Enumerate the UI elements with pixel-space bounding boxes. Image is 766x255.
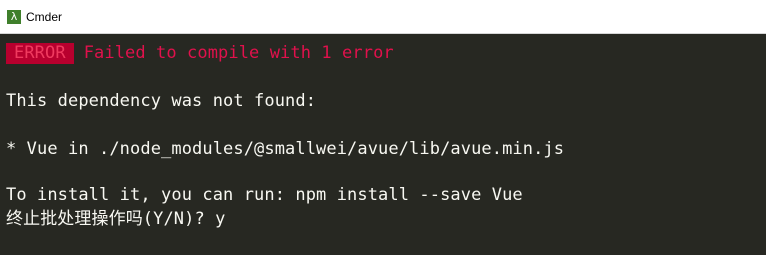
lambda-icon: λ [7, 9, 21, 24]
install-line: To install it, you can run: npm install … [6, 185, 523, 205]
title-bar[interactable]: λ Cmder [0, 0, 766, 34]
error-message: Failed to compile with 1 error [83, 43, 394, 63]
dependency-line: This dependency was not found: [6, 91, 317, 111]
error-badge: ERROR [6, 43, 74, 64]
window-title: Cmder [26, 9, 63, 24]
error-line: ERROR Failed to compile with 1 error [6, 43, 394, 64]
terminal-window: λ Cmder ERROR Failed to compile with 1 e… [0, 0, 766, 255]
prompt-line[interactable]: 终止批处理操作吗(Y/N)? y [6, 209, 225, 230]
module-line: * Vue in ./node_modules/@smallwei/avue/l… [6, 139, 565, 159]
